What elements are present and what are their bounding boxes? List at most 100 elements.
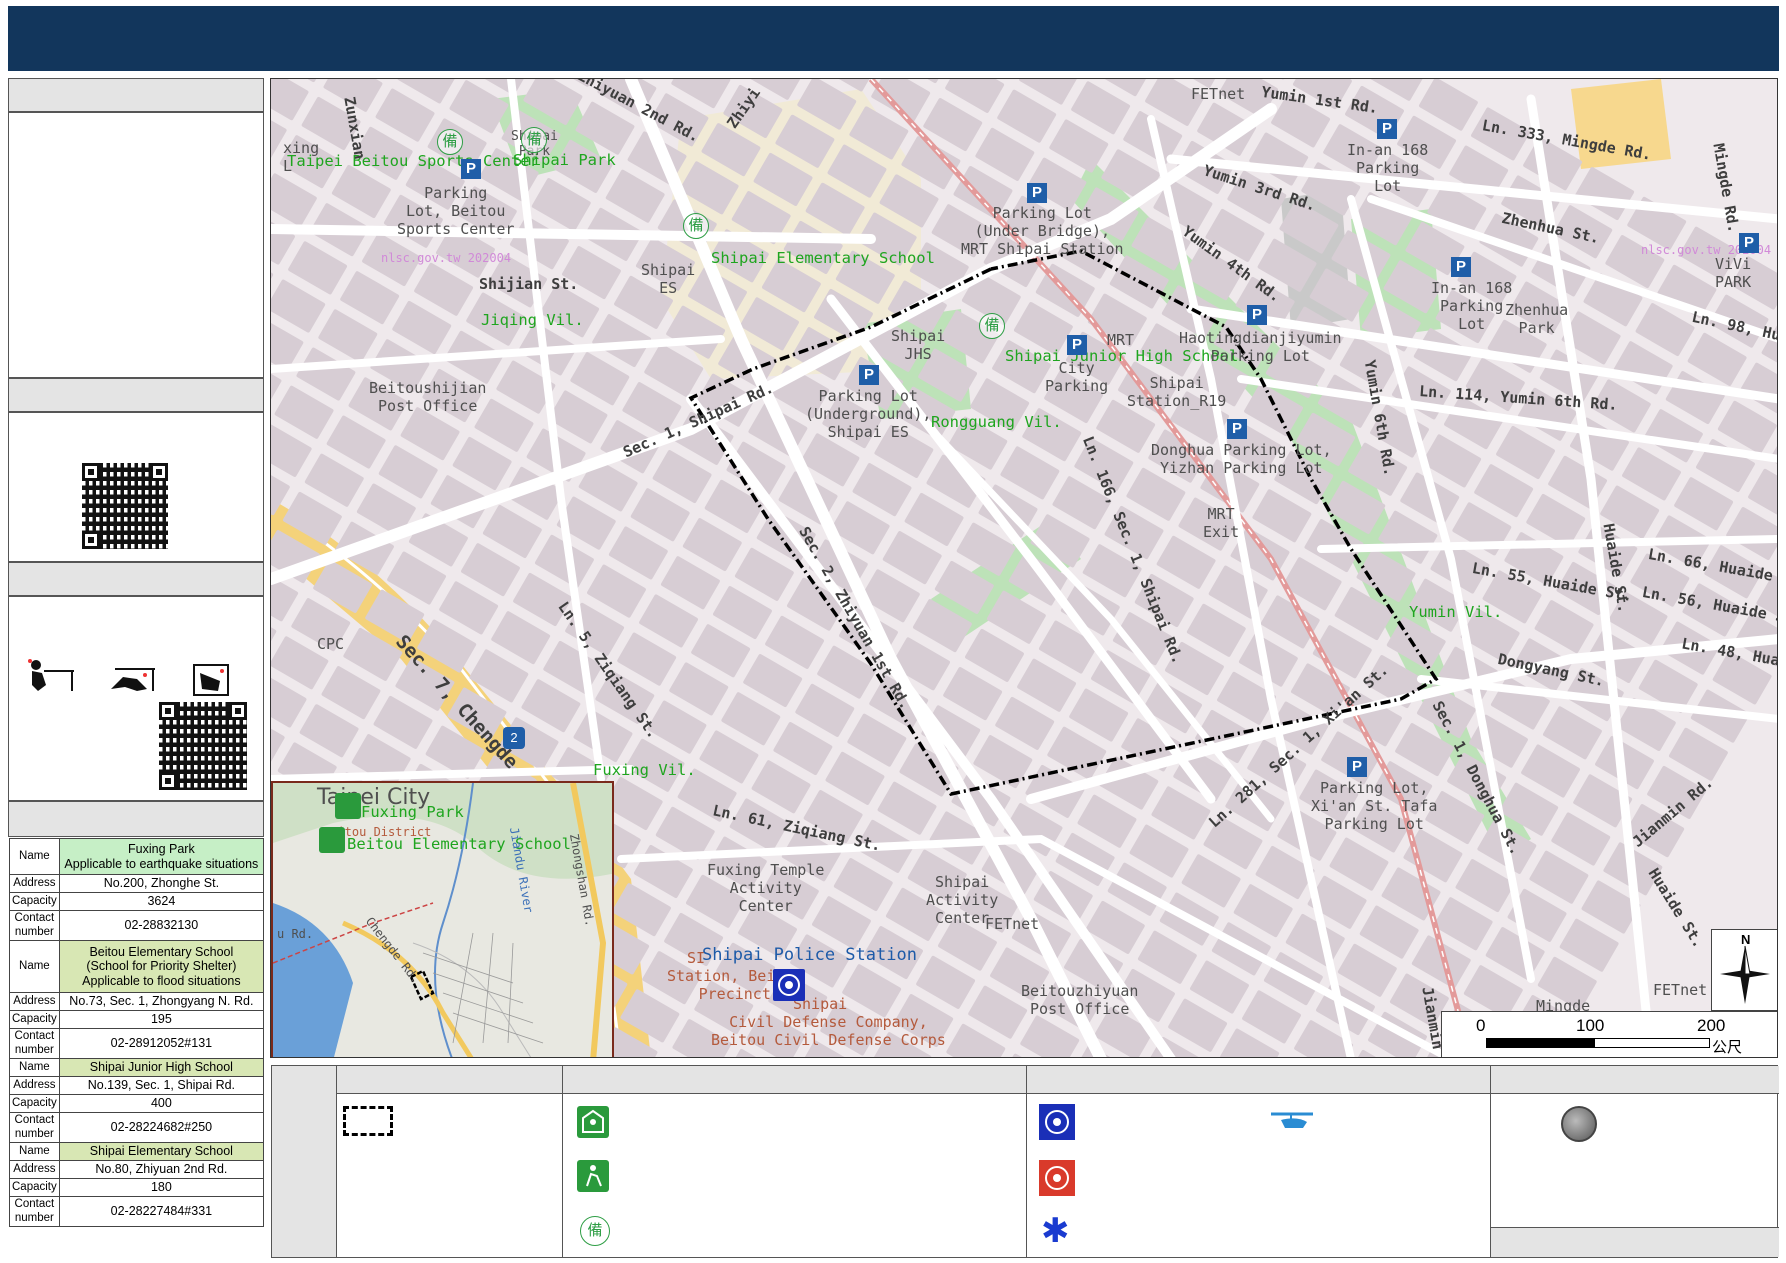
route-badge: 2 <box>503 727 525 749</box>
parking-icon[interactable]: P <box>1451 257 1471 277</box>
shelter-name: Shipai Junior High School <box>58 1058 265 1077</box>
parking-icon[interactable]: P <box>1067 335 1087 355</box>
label-beitoushijian-post-office: Beitoushijian Post Office <box>369 379 487 415</box>
reserve-shelter-icon[interactable]: 備 <box>437 129 463 155</box>
label-shipai-jhs: Shipai JHS <box>891 327 946 363</box>
shelter-address: No.80, Zhiyuan 2nd Rd. <box>58 1160 265 1179</box>
label-parking-under-bridge: Parking Lot (Under Bridge), MRT Shipai S… <box>961 204 1124 258</box>
label-mrt-exit: MRT Exit <box>1203 505 1240 541</box>
legend-col-agencies: ✱ <box>1026 1066 1490 1257</box>
label-fetnet-1: FETnet <box>1191 85 1246 103</box>
drill-qr-code[interactable] <box>159 702 247 790</box>
parking-icon[interactable]: P <box>1227 419 1247 439</box>
shelter-row-address: Address No.139, Sec. 1, Shipai Rd. <box>9 1076 265 1095</box>
legend-col-shelters: 備 <box>562 1066 1026 1257</box>
inset-map[interactable]: Taipei City Beitou District Fuxing Park … <box>271 781 614 1057</box>
shelter-contact: 02-28912052#131 <box>58 1028 265 1059</box>
label-jiqing-vil: Jiqing Vil. <box>481 311 584 329</box>
parking-icon[interactable]: P <box>859 365 879 385</box>
shelter-table: Name Fuxing Park Applicable to earthquake… <box>9 838 265 1227</box>
label-parking-beitou-sports: Parking Lot, Beitou Sports Center <box>397 184 515 238</box>
north-arrow: N <box>1711 929 1777 1011</box>
shelter-key-name: Name <box>9 1058 60 1077</box>
shelter-key-name: Name <box>9 838 60 875</box>
shelter-name: Beitou Elementary School (School for Pri… <box>58 940 265 993</box>
panel-title-2 <box>8 378 264 412</box>
shelter-row-name: Name Shipai Junior High School <box>9 1058 265 1077</box>
label-inan168-2: In-an 168 Parking Lot <box>1431 279 1513 333</box>
label-shipai-es-small: Shipai ES <box>641 261 696 297</box>
label-zhenhua-park: Zhenhua Park <box>1505 301 1569 337</box>
shelter-row-contact: Contact number 02-28832130 <box>9 910 265 941</box>
qr-panel <box>8 412 264 562</box>
inset-beitou-es: Beitou Elementary School <box>347 835 571 853</box>
shelter-capacity: 180 <box>58 1178 265 1197</box>
shelter-key-name: Name <box>9 1142 60 1161</box>
drill-panel <box>8 596 264 801</box>
label-mrt: MRT <box>1107 331 1135 349</box>
shelter-row-address: Address No.73, Sec. 1, Zhongyang N. Rd. <box>9 992 265 1011</box>
panel-body-1 <box>8 112 264 378</box>
legend-side-title <box>272 1066 336 1257</box>
scale-track <box>1486 1038 1710 1048</box>
drop-icon <box>28 659 74 691</box>
fire-department-icon <box>1039 1160 1075 1196</box>
reserve-shelter-icon[interactable]: 備 <box>979 313 1005 339</box>
label-parking-xian-st: Parking Lot, Xi'an St. Tafa Parking Lot <box>1311 779 1438 833</box>
parking-icon[interactable]: P <box>1027 183 1047 203</box>
parking-icon[interactable]: P <box>1247 305 1267 325</box>
label-haotingdianjiyumin: Haotingdianjiyumin Parking Lot <box>1179 329 1342 365</box>
watermark-1: nlsc.gov.tw 202004 <box>381 251 512 265</box>
shelter-key-name: Name <box>9 940 60 993</box>
panel-title-3 <box>8 562 264 596</box>
shelter-key-capacity: Capacity <box>9 892 60 911</box>
shelter-row-address: Address No.80, Zhiyuan 2nd Rd. <box>9 1160 265 1179</box>
reserve-shelter-icon[interactable]: 備 <box>521 127 547 153</box>
shelter-key-contact: Contact number <box>9 910 60 941</box>
cover-icon <box>111 668 155 691</box>
scale-unit: 公尺 <box>1712 1038 1743 1056</box>
shelter-name: Fuxing Park Applicable to earthquake sit… <box>58 838 265 875</box>
shelter-row-capacity: Capacity 195 <box>9 1010 265 1029</box>
label-shipai-station: Shipai Station_R19 <box>1127 374 1227 410</box>
legend: 備 ✱ <box>271 1065 1779 1258</box>
reserve-shelter-icon[interactable]: 備 <box>683 213 709 239</box>
shelter-row-contact: Contact number 02-28912052#131 <box>9 1028 265 1059</box>
label-civil-defense: Civil Defense Company, Beitou Civil Defe… <box>711 1013 946 1049</box>
shelter-address: No.200, Zhonghe St. <box>58 874 265 893</box>
qr-code[interactable] <box>82 463 168 549</box>
scale-tick-100: 100 <box>1576 1016 1605 1035</box>
label-shijian-st: Shijian St. <box>479 275 579 293</box>
scale-tick-200: 200 <box>1697 1016 1726 1035</box>
parking-icon[interactable]: P <box>1377 119 1397 139</box>
panel-title-1 <box>8 78 264 112</box>
shelter-name: Shipai Elementary School <box>58 1142 265 1161</box>
shelter-address: No.73, Sec. 1, Zhongyang N. Rd. <box>58 992 265 1011</box>
indoor-shelter-icon[interactable] <box>319 827 345 853</box>
outdoor-shelter-icon[interactable] <box>335 793 361 819</box>
parking-icon[interactable]: P <box>1739 233 1759 253</box>
shelter-row-capacity: Capacity 180 <box>9 1178 265 1197</box>
label-cpc: CPC <box>317 635 345 653</box>
legend-footer <box>1491 1227 1779 1257</box>
map[interactable]: xing L Taipei Beitou Sports Center Shipa… <box>270 78 1778 1058</box>
panel-title-4 <box>8 801 264 837</box>
label-fetnet-2: FETnet <box>985 915 1040 933</box>
police-icon[interactable] <box>773 969 805 1001</box>
shelter-capacity: 3624 <box>58 892 265 911</box>
parking-icon[interactable]: P <box>1347 757 1367 777</box>
scale-tick-0: 0 <box>1476 1016 1486 1035</box>
shelter-capacity: 195 <box>58 1010 265 1029</box>
label-vivi-park: ViVi PARK <box>1715 255 1752 291</box>
inset-u-rd: u Rd. <box>277 927 314 941</box>
hold-on-icon <box>193 664 229 696</box>
shelter-key-address: Address <box>9 874 60 893</box>
reserve-shelter-icon: 備 <box>580 1216 610 1246</box>
shelter-address: No.139, Sec. 1, Shipai Rd. <box>58 1076 265 1095</box>
shelter-row-name: Name Shipai Elementary School <box>9 1142 265 1161</box>
dashed-boundary-icon <box>343 1106 393 1136</box>
shelter-row-capacity: Capacity 400 <box>9 1094 265 1113</box>
parking-icon[interactable]: P <box>461 159 481 179</box>
label-rongguang-vil: Rongguang Vil. <box>931 413 1062 431</box>
shelter-contact: 02-28224682#250 <box>58 1112 265 1143</box>
